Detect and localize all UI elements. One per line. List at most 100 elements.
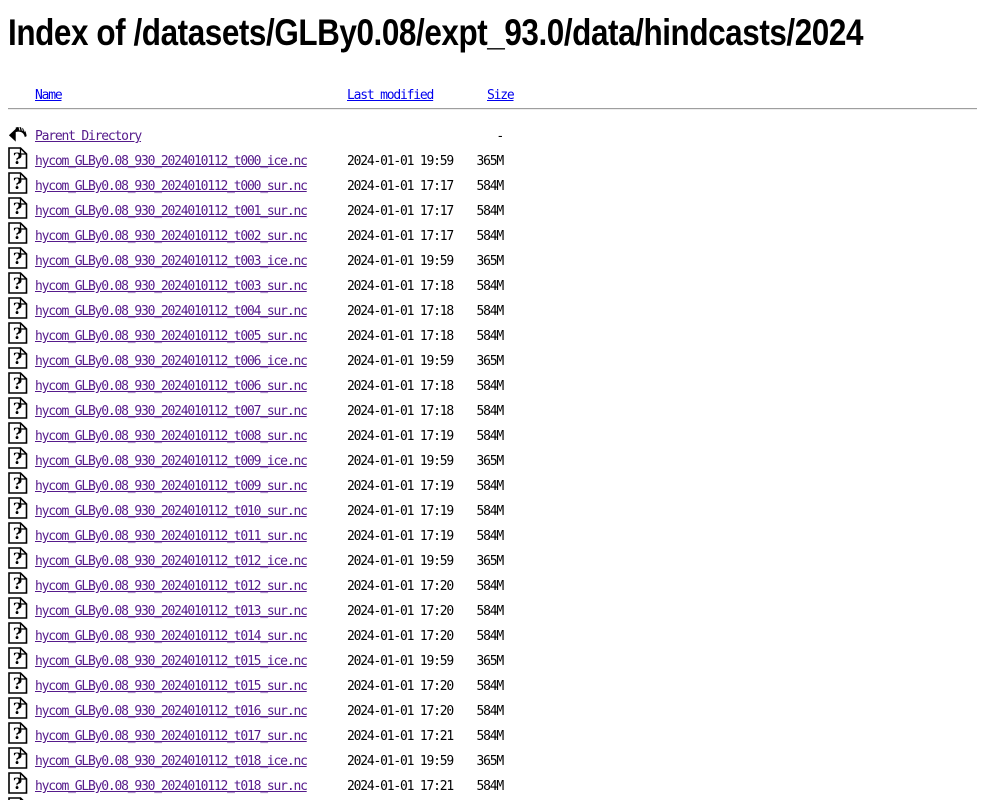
- file-size-cell: 584M: [455, 774, 503, 799]
- file-link[interactable]: hycom_GLBy0.08_930_2024010112_t003_sur.n…: [35, 279, 307, 294]
- svg-text:?: ?: [13, 699, 22, 718]
- file-link[interactable]: hycom_GLBy0.08_930_2024010112_t005_sur.n…: [35, 329, 307, 344]
- file-row: ? hycom_GLBy0.08_930_2024010112_t010_sur…: [8, 499, 985, 524]
- sort-by-name-link[interactable]: Name: [35, 88, 62, 104]
- file-modified-cell: 2024-01-01 19:59: [347, 249, 455, 274]
- unknown-file-icon: ?: [8, 197, 28, 219]
- file-link[interactable]: hycom_GLBy0.08_930_2024010112_t010_sur.n…: [35, 504, 307, 519]
- parent-directory-link[interactable]: Parent Directory: [35, 129, 141, 144]
- unknown-file-icon: ?: [8, 722, 28, 744]
- unknown-file-icon: ?: [8, 172, 28, 194]
- file-link[interactable]: hycom_GLBy0.08_930_2024010112_t009_sur.n…: [35, 479, 307, 494]
- svg-text:?: ?: [13, 374, 22, 393]
- file-link[interactable]: hycom_GLBy0.08_930_2024010112_t012_ice.n…: [35, 554, 307, 569]
- sort-by-last-modified-link[interactable]: Last modified: [347, 88, 433, 104]
- file-modified-cell: 2024-01-01 19:59: [347, 649, 455, 674]
- unknown-file-icon: ?: [8, 147, 28, 169]
- unknown-file-icon: ?: [8, 622, 28, 644]
- header-divider: [8, 108, 977, 110]
- sort-by-size-link[interactable]: Size: [487, 88, 514, 104]
- file-size-cell: 584M: [455, 424, 503, 449]
- file-link[interactable]: hycom_GLBy0.08_930_2024010112_t004_sur.n…: [35, 304, 307, 319]
- svg-text:?: ?: [13, 199, 22, 218]
- file-link[interactable]: hycom_GLBy0.08_930_2024010112_t018_sur.n…: [35, 779, 307, 794]
- file-modified-cell: 2024-01-01 17:19: [347, 499, 455, 524]
- svg-text:?: ?: [13, 324, 22, 343]
- file-size-cell: 584M: [455, 399, 503, 424]
- file-row: ? hycom_GLBy0.08_930_2024010112_t015_ice…: [8, 649, 985, 674]
- svg-text:?: ?: [13, 299, 22, 318]
- file-row: ? hycom_GLBy0.08_930_2024010112_t016_sur…: [8, 699, 985, 724]
- unknown-file-icon: ?: [8, 597, 28, 619]
- file-row: ? hycom_GLBy0.08_930_2024010112_t018_sur…: [8, 774, 985, 799]
- file-link[interactable]: hycom_GLBy0.08_930_2024010112_t001_sur.n…: [35, 204, 307, 219]
- file-row: ? hycom_GLBy0.08_930_2024010112_t000_sur…: [8, 174, 985, 199]
- svg-text:?: ?: [13, 599, 22, 618]
- file-size-cell: 584M: [455, 624, 503, 649]
- file-modified-cell: 2024-01-01 17:20: [347, 674, 455, 699]
- file-row: ? hycom_GLBy0.08_930_2024010112_t000_ice…: [8, 149, 985, 174]
- file-modified-cell: 2024-01-01 17:18: [347, 374, 455, 399]
- svg-text:?: ?: [13, 224, 22, 243]
- file-link[interactable]: hycom_GLBy0.08_930_2024010112_t006_sur.n…: [35, 379, 307, 394]
- file-size-cell: 584M: [455, 274, 503, 299]
- file-size-cell: 584M: [455, 224, 503, 249]
- file-link[interactable]: hycom_GLBy0.08_930_2024010112_t015_ice.n…: [35, 654, 307, 669]
- file-link[interactable]: hycom_GLBy0.08_930_2024010112_t017_sur.n…: [35, 729, 307, 744]
- file-link[interactable]: hycom_GLBy0.08_930_2024010112_t008_sur.n…: [35, 429, 307, 444]
- svg-text:?: ?: [13, 149, 22, 168]
- svg-text:?: ?: [13, 499, 22, 518]
- file-size-cell: 584M: [455, 699, 503, 724]
- file-link[interactable]: hycom_GLBy0.08_930_2024010112_t013_sur.n…: [35, 604, 307, 619]
- file-size-cell: 584M: [455, 724, 503, 749]
- file-modified-cell: 2024-01-01 19:59: [347, 549, 455, 574]
- unknown-file-icon: ?: [8, 322, 28, 344]
- file-modified-cell: 2024-01-01 19:59: [347, 349, 455, 374]
- unknown-file-icon: ?: [8, 522, 28, 544]
- file-modified-cell: 2024-01-01 19:59: [347, 149, 455, 174]
- parent-directory-row: Parent Directory -: [8, 124, 985, 149]
- file-row: ? hycom_GLBy0.08_930_2024010112_t017_sur…: [8, 724, 985, 749]
- file-link[interactable]: hycom_GLBy0.08_930_2024010112_t007_sur.n…: [35, 404, 307, 419]
- file-link[interactable]: hycom_GLBy0.08_930_2024010112_t015_sur.n…: [35, 679, 307, 694]
- file-size-cell: 584M: [455, 324, 503, 349]
- file-modified-cell: 2024-01-01 17:20: [347, 624, 455, 649]
- file-modified-cell: 2024-01-01 19:59: [347, 749, 455, 774]
- file-size-cell: 584M: [455, 474, 503, 499]
- file-row: ? hycom_GLBy0.08_930_2024010112_t004_sur…: [8, 299, 985, 324]
- file-size-cell: 584M: [455, 574, 503, 599]
- svg-text:?: ?: [13, 724, 22, 743]
- file-row: ? hycom_GLBy0.08_930_2024010112_t001_sur…: [8, 199, 985, 224]
- file-link[interactable]: hycom_GLBy0.08_930_2024010112_t018_ice.n…: [35, 754, 307, 769]
- page-title: Index of /datasets/GLBy0.08/expt_93.0/da…: [8, 12, 863, 55]
- svg-text:?: ?: [13, 449, 22, 468]
- directory-listing: Parent Directory - ? hycom_GLBy0.08_930_…: [0, 124, 985, 800]
- file-size-cell: 584M: [455, 299, 503, 324]
- file-modified-cell: 2024-01-01 17:18: [347, 299, 455, 324]
- unknown-file-icon: ?: [8, 372, 28, 394]
- unknown-file-icon: ?: [8, 447, 28, 469]
- file-link[interactable]: hycom_GLBy0.08_930_2024010112_t009_ice.n…: [35, 454, 307, 469]
- unknown-file-icon: ?: [8, 222, 28, 244]
- svg-text:?: ?: [13, 249, 22, 268]
- unknown-file-icon: ?: [8, 272, 28, 294]
- file-size-cell: 584M: [455, 199, 503, 224]
- file-link[interactable]: hycom_GLBy0.08_930_2024010112_t011_sur.n…: [35, 529, 307, 544]
- file-link[interactable]: hycom_GLBy0.08_930_2024010112_t002_sur.n…: [35, 229, 307, 244]
- listing-header: Name Last modified Size: [0, 88, 985, 106]
- file-link[interactable]: hycom_GLBy0.08_930_2024010112_t006_ice.n…: [35, 354, 307, 369]
- file-link[interactable]: hycom_GLBy0.08_930_2024010112_t003_ice.n…: [35, 254, 307, 269]
- file-link[interactable]: hycom_GLBy0.08_930_2024010112_t012_sur.n…: [35, 579, 307, 594]
- file-link[interactable]: hycom_GLBy0.08_930_2024010112_t014_sur.n…: [35, 629, 307, 644]
- file-size-cell: 584M: [455, 674, 503, 699]
- file-size-cell: 584M: [455, 524, 503, 549]
- svg-text:?: ?: [13, 624, 22, 643]
- file-link[interactable]: hycom_GLBy0.08_930_2024010112_t016_sur.n…: [35, 704, 307, 719]
- unknown-file-icon: ?: [8, 347, 28, 369]
- file-link[interactable]: hycom_GLBy0.08_930_2024010112_t000_sur.n…: [35, 179, 307, 194]
- file-link[interactable]: hycom_GLBy0.08_930_2024010112_t000_ice.n…: [35, 154, 307, 169]
- file-row: ? hycom_GLBy0.08_930_2024010112_t007_sur…: [8, 399, 985, 424]
- parent-size-cell: -: [455, 124, 503, 149]
- file-modified-cell: 2024-01-01 17:18: [347, 274, 455, 299]
- file-size-cell: 365M: [455, 349, 503, 374]
